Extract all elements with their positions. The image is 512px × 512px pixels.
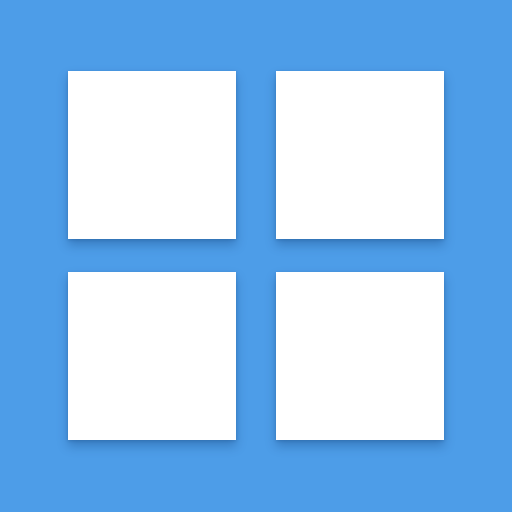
grid-icon bbox=[0, 0, 512, 512]
grid-tile-bottom-right bbox=[276, 272, 444, 440]
grid-tile-top-right bbox=[276, 71, 444, 239]
grid-tile-bottom-left bbox=[68, 272, 236, 440]
grid-tile-top-left bbox=[68, 71, 236, 239]
